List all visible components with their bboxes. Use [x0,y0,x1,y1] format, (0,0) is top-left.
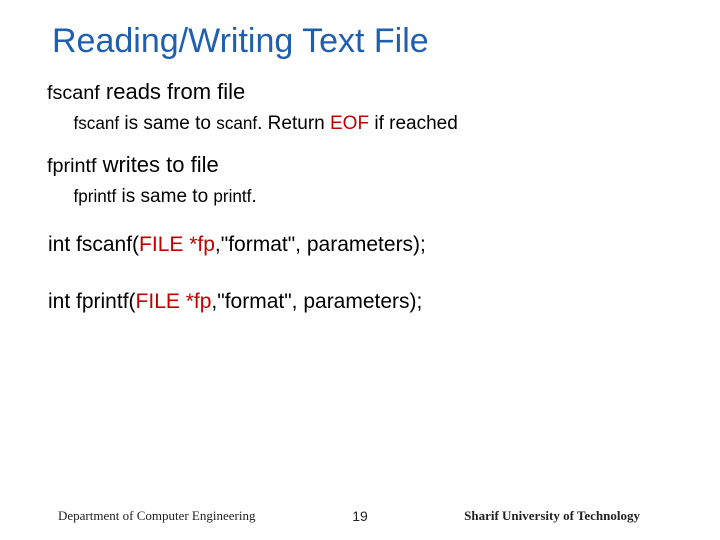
text-if-reached: if reached [369,113,458,134]
code-text: ,"format", parameters); [211,290,422,313]
bullet-fscanf-detail: fscanf is same to scanf. Return EOF if r… [64,111,690,137]
code-text: int fprintf( [48,290,136,313]
slide: Reading/Writing Text File fscanf reads f… [0,0,720,540]
code-file-fp: FILE *fp [136,290,212,313]
footer-department: Department of Computer Engineering [58,508,255,524]
bullet-fprintf-writes: fprintf writes to file [36,150,690,180]
bullet-fprintf-detail: fprintf is same to printf. [64,184,690,210]
slide-title: Reading/Writing Text File [52,22,690,61]
text-fscanf: fscanf [47,82,100,104]
text-period: . [251,186,256,207]
slide-footer: Department of Computer Engineering 19 Sh… [0,508,720,524]
code-fscanf-signature: int fscanf(FILE *fp,"format", parameters… [48,230,690,259]
footer-university: Sharif University of Technology [464,508,640,524]
text-is-same-to: is same to [119,113,216,134]
text-eof: EOF [330,113,369,134]
text-scanf: scanf [216,114,257,133]
code-file-fp: FILE *fp [139,233,215,256]
bullet-fscanf-reads: fscanf reads from file [36,77,690,107]
text-fscanf2: fscanf [74,114,120,133]
text-printf: printf [213,187,251,206]
text-reads-from-file: reads from file [100,79,246,104]
code-text: ,"format", parameters); [215,233,426,256]
code-text: int fscanf( [48,233,139,256]
slide-content: fscanf reads from file fscanf is same to… [30,77,690,317]
footer-page-number: 19 [352,508,368,524]
text-writes-to-file: writes to file [96,152,218,177]
text-is-same-to2: is same to [116,186,213,207]
code-fprintf-signature: int fprintf(FILE *fp,"format", parameter… [48,287,690,316]
text-return: . Return [257,113,330,134]
text-fprintf: fprintf [47,155,96,177]
text-fprintf2: fprintf [74,187,117,206]
